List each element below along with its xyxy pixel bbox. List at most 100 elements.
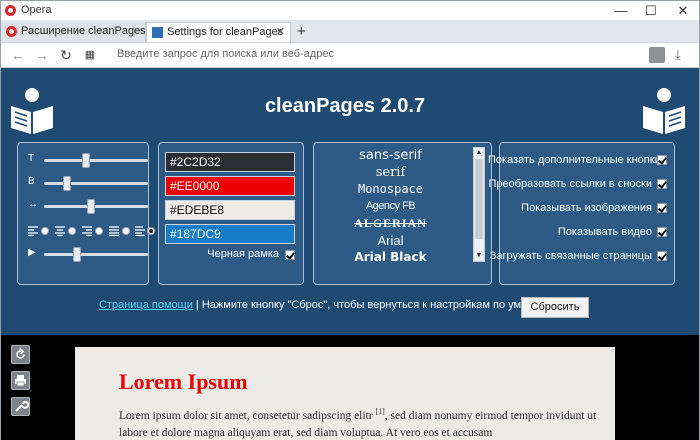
scroll-thumb[interactable] xyxy=(475,159,483,239)
align-default-icon xyxy=(135,226,145,236)
download-icon[interactable]: ⤓ xyxy=(675,47,691,63)
font-option[interactable]: Arial xyxy=(314,232,467,249)
link-color-input[interactable]: #187DC9 xyxy=(165,224,295,244)
tab-extension[interactable]: Расширение cleanPages xyxy=(1,22,146,42)
option-checkbox[interactable] xyxy=(657,179,667,189)
option-checkbox[interactable] xyxy=(657,251,667,261)
reload-tool-button[interactable] xyxy=(11,345,30,364)
cleanpages-tab-icon xyxy=(152,27,163,38)
print-icon xyxy=(15,375,26,387)
help-line: Страница помощи | Нажмите кнопку "Сброс"… xyxy=(99,299,569,311)
margin-slider[interactable]: ↔ xyxy=(28,199,154,214)
font-option[interactable]: sans-serif xyxy=(314,147,467,164)
font-list-scrollbar[interactable]: ▲ ▼ xyxy=(473,147,485,262)
help-page-link[interactable]: Страница помощи xyxy=(99,299,193,311)
option-label: Показывать видео xyxy=(557,226,652,238)
option-links-to-footnotes[interactable]: Преобразовать ссылки в сноски xyxy=(488,177,668,191)
tab-settings[interactable]: Settings for cleanPages ✕ xyxy=(146,22,291,42)
option-checkbox[interactable] xyxy=(657,155,667,165)
background-color-input[interactable]: #EDEBE8 xyxy=(165,200,295,220)
option-label: Загружать связанные страницы xyxy=(489,250,652,262)
address-bar: ← → ↻ ▦ Введите запрос для поиска или ве… xyxy=(0,42,700,68)
slider-thumb[interactable] xyxy=(87,199,95,214)
slider-track xyxy=(44,199,148,214)
align-default-radio[interactable] xyxy=(147,227,155,235)
black-frame-label: Черная рамка xyxy=(207,248,279,260)
preview-paragraph: Lorem ipsum dolor sit amet, consetetur s… xyxy=(119,403,599,440)
reload-icon[interactable]: ↻ xyxy=(57,46,75,64)
option-label: Преобразовать ссылки в сноски xyxy=(488,178,652,190)
refresh-icon xyxy=(16,347,25,359)
alignment-options xyxy=(28,224,158,238)
slider-track xyxy=(44,176,148,191)
option-checkbox[interactable] xyxy=(657,203,667,213)
reset-button[interactable]: Сбросить xyxy=(521,297,589,318)
slider-thumb[interactable] xyxy=(63,176,71,191)
options-panel: Показать дополнительные кнопки Преобразо… xyxy=(488,142,675,285)
print-tool-button[interactable] xyxy=(11,371,30,390)
option-load-linked-pages[interactable]: Загружать связанные страницы xyxy=(488,249,668,263)
speed-icon: ▶ xyxy=(28,247,36,258)
close-tab-icon[interactable]: ✕ xyxy=(276,23,285,42)
scroll-down-icon[interactable]: ▼ xyxy=(474,251,484,261)
font-size-icon: T xyxy=(28,153,35,164)
text-color-input[interactable]: #2C2D32 xyxy=(165,152,295,172)
font-option[interactable]: Arial Black xyxy=(314,249,467,266)
slider-thumb[interactable] xyxy=(73,247,81,262)
footnote-ref[interactable]: [1] xyxy=(375,407,384,416)
window-title: Opera xyxy=(21,4,52,16)
settings-tool-button[interactable] xyxy=(11,397,30,416)
speed-slider[interactable]: ▶ xyxy=(28,247,154,262)
align-right-icon xyxy=(82,226,92,236)
heading-color-input[interactable]: #EE0000 xyxy=(165,176,295,196)
option-label: Показать дополнительные кнопки xyxy=(488,154,661,166)
slider-track xyxy=(44,247,148,262)
align-right-radio[interactable] xyxy=(95,227,103,235)
option-show-images[interactable]: Показывать изображения xyxy=(488,201,668,215)
option-checkbox[interactable] xyxy=(657,227,667,237)
align-left-icon xyxy=(28,226,38,236)
align-justify-radio[interactable] xyxy=(122,227,130,235)
tab-label: Расширение cleanPages xyxy=(21,25,146,37)
opera-logo-icon xyxy=(5,5,16,16)
align-center-radio[interactable] xyxy=(68,227,76,235)
scroll-up-icon[interactable]: ▲ xyxy=(474,148,484,158)
slider-thumb[interactable] xyxy=(82,153,90,168)
address-input[interactable]: Введите запрос для поиска или веб-адрес xyxy=(109,45,644,65)
minimize-button[interactable]: — xyxy=(607,1,635,21)
preview-page: Lorem Ipsum Lorem ipsum dolor sit amet, … xyxy=(75,347,615,440)
margin-icon: ↔ xyxy=(28,199,38,210)
back-arrow-icon[interactable]: ← xyxy=(9,46,27,64)
close-window-button[interactable]: ✕ xyxy=(669,1,697,21)
tab-label: Settings for cleanPages xyxy=(167,26,284,38)
paragraph-text: Lorem ipsum dolor sit amet, consetetur s… xyxy=(119,409,376,422)
preview-area: Lorem Ipsum Lorem ipsum dolor sit amet, … xyxy=(0,335,700,440)
preview-heading: Lorem Ipsum xyxy=(119,369,248,394)
black-frame-checkbox[interactable] xyxy=(285,250,295,260)
speed-dial-grid-icon[interactable]: ▦ xyxy=(81,46,99,64)
tab-bar: Расширение cleanPages Settings for clean… xyxy=(0,20,700,42)
font-option[interactable]: Agency FB xyxy=(314,198,467,215)
maximize-button[interactable]: ☐ xyxy=(637,1,665,21)
align-justify-icon xyxy=(109,226,119,236)
align-left-radio[interactable] xyxy=(41,227,49,235)
settings-title: cleanPages 2.0.7 xyxy=(264,95,426,117)
font-option[interactable]: serif xyxy=(314,164,467,181)
font-option[interactable]: ALGERIAN xyxy=(314,215,467,232)
option-show-video[interactable]: Показывать видео xyxy=(488,225,668,239)
option-show-extra-buttons[interactable]: Показать дополнительные кнопки xyxy=(488,153,668,167)
line-height-slider[interactable]: B xyxy=(28,176,154,191)
font-panel: sans-serif serif Monospace Agency FB ALG… xyxy=(313,142,492,285)
forward-arrow-icon[interactable]: → xyxy=(33,46,51,64)
align-center-icon xyxy=(55,226,65,236)
line-height-icon: B xyxy=(28,176,35,187)
font-list[interactable]: sans-serif serif Monospace Agency FB ALG… xyxy=(314,147,467,267)
opera-tab-icon xyxy=(6,26,17,37)
color-panel: #2C2D32 #EE0000 #EDEBE8 #187DC9 Черная р… xyxy=(158,142,304,285)
layout-panel: T B ↔ ▶ xyxy=(17,142,155,285)
font-size-slider[interactable]: T xyxy=(28,153,154,168)
extension-icon[interactable] xyxy=(649,47,665,63)
new-tab-button[interactable]: + xyxy=(297,23,306,40)
help-text: | Нажмите кнопку "Сброс", чтобы вернутьс… xyxy=(192,299,569,311)
font-option[interactable]: Monospace xyxy=(314,181,467,198)
